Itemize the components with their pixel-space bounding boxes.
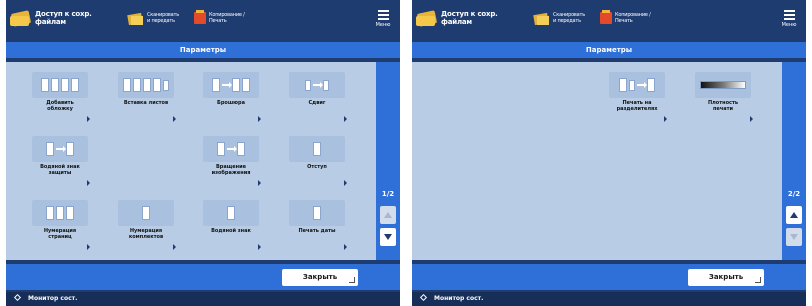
print-settings-screen-page-2: Доступ к сохр. файлам Сканировать и пере…	[412, 0, 806, 306]
rotate-image-icon	[203, 136, 259, 162]
option-shift[interactable]: Сдвиг	[285, 70, 349, 126]
option-label: Печать на разделителях	[616, 100, 658, 112]
copy-print-label: Копирование / Печать	[615, 12, 651, 24]
arrow-down-icon	[790, 234, 798, 240]
scan-icon	[533, 12, 550, 25]
scan-send-label: Сканировать и передать	[147, 12, 179, 24]
secure-watermark-icon	[32, 136, 88, 162]
option-label: Плотность печати	[707, 100, 739, 112]
options-grid: Добавить обложку Вставка листов Брошюра …	[6, 62, 376, 260]
folder-icon	[10, 9, 32, 27]
screen-title: Параметры	[412, 42, 806, 58]
print-date-icon	[289, 200, 345, 226]
menu-icon	[783, 10, 795, 20]
screen-title: Параметры	[6, 42, 400, 58]
arrow-down-icon	[384, 234, 392, 240]
insert-sheets-icon	[118, 72, 174, 98]
menu-icon	[377, 10, 389, 20]
menu-label: Меню	[375, 22, 391, 28]
copy-icon	[194, 10, 206, 24]
scroll-column: 1/2	[376, 62, 400, 260]
option-add-cover[interactable]: Добавить обложку	[28, 70, 92, 126]
option-label: Отступ	[307, 164, 327, 170]
option-copy-set-numbering[interactable]: Нумерация комплектов	[114, 198, 178, 254]
status-monitor-button[interactable]: Монитор сост.	[6, 292, 400, 306]
option-watermark[interactable]: Водяной знак	[199, 198, 263, 254]
copy-print-shortcut[interactable]: Копирование / Печать	[194, 6, 264, 30]
option-label: Вращение изображения	[211, 164, 251, 176]
option-label: Брошюра	[217, 100, 245, 106]
margin-icon	[289, 136, 345, 162]
option-page-numbering[interactable]: Нумерация страниц	[28, 198, 92, 254]
option-label: Печать даты	[298, 228, 336, 234]
page-numbering-icon	[32, 200, 88, 226]
copy-set-numbering-icon	[118, 200, 174, 226]
scan-send-shortcut[interactable]: Сканировать и передать	[127, 6, 188, 30]
close-button[interactable]: Закрыть	[282, 269, 358, 286]
scan-icon	[127, 12, 144, 25]
shift-icon	[289, 72, 345, 98]
scan-send-shortcut[interactable]: Сканировать и передать	[533, 6, 594, 30]
print-settings-screen-page-1: Доступ к сохр. файлам Сканировать и пере…	[6, 0, 400, 306]
footer-bar: Закрыть	[6, 264, 400, 290]
options-grid: Печать на разделителях Плотность печати	[412, 62, 782, 260]
option-label: Вставка листов	[123, 100, 169, 106]
status-monitor-icon	[12, 293, 22, 303]
menu-button[interactable]: Меню	[372, 8, 394, 34]
file-access-label: Доступ к сохр. файлам	[35, 10, 92, 26]
option-label: Водяной знак защиты	[40, 164, 80, 176]
booklet-icon	[203, 72, 259, 98]
status-monitor-button[interactable]: Монитор сост.	[412, 292, 806, 306]
print-on-dividers-icon	[609, 72, 665, 98]
status-monitor-label: Монитор сост.	[28, 295, 78, 302]
option-label: Нумерация страниц	[43, 228, 77, 240]
menu-button[interactable]: Меню	[778, 8, 800, 34]
scroll-down-button[interactable]	[380, 228, 396, 246]
top-header: Доступ к сохр. файлам Сканировать и пере…	[412, 0, 806, 38]
option-print-density[interactable]: Плотность печати	[691, 70, 755, 126]
file-access-tab[interactable]: Доступ к сохр. файлам	[416, 6, 526, 30]
folder-icon	[416, 9, 438, 27]
copy-print-shortcut[interactable]: Копирование / Печать	[600, 6, 670, 30]
option-margin[interactable]: Отступ	[285, 134, 349, 190]
option-print-on-dividers[interactable]: Печать на разделителях	[605, 70, 669, 126]
file-access-tab[interactable]: Доступ к сохр. файлам	[10, 6, 120, 30]
menu-label: Меню	[781, 22, 797, 28]
watermark-icon	[203, 200, 259, 226]
print-density-icon	[695, 72, 751, 98]
add-cover-icon	[32, 72, 88, 98]
scroll-down-button[interactable]	[786, 228, 802, 246]
option-insert-sheets[interactable]: Вставка листов	[114, 70, 178, 126]
option-label: Добавить обложку	[46, 100, 74, 112]
copy-print-label: Копирование / Печать	[209, 12, 245, 24]
footer-bar: Закрыть	[412, 264, 806, 290]
copy-icon	[600, 10, 612, 24]
option-label: Водяной знак	[211, 228, 251, 234]
scroll-up-button[interactable]	[786, 206, 802, 224]
page-indicator: 2/2	[787, 190, 801, 198]
scroll-up-button[interactable]	[380, 206, 396, 224]
arrow-up-icon	[384, 212, 392, 218]
option-label: Сдвиг	[308, 100, 326, 106]
option-print-date[interactable]: Печать даты	[285, 198, 349, 254]
arrow-up-icon	[790, 212, 798, 218]
option-rotate-image[interactable]: Вращение изображения	[199, 134, 263, 190]
option-label: Нумерация комплектов	[128, 228, 164, 240]
top-header: Доступ к сохр. файлам Сканировать и пере…	[6, 0, 400, 38]
scroll-column: 2/2	[782, 62, 806, 260]
file-access-label: Доступ к сохр. файлам	[441, 10, 498, 26]
close-button[interactable]: Закрыть	[688, 269, 764, 286]
status-monitor-icon	[418, 293, 428, 303]
option-secure-watermark[interactable]: Водяной знак защиты	[28, 134, 92, 190]
status-monitor-label: Монитор сост.	[434, 295, 484, 302]
page-indicator: 1/2	[381, 190, 395, 198]
option-booklet[interactable]: Брошюра	[199, 70, 263, 126]
scan-send-label: Сканировать и передать	[553, 12, 585, 24]
